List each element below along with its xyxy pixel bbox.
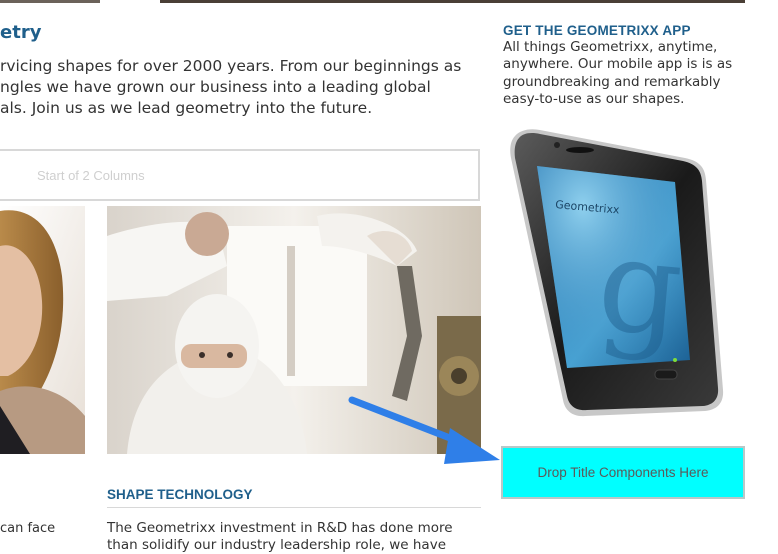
app-promo-text: All things Geometrixx, anytime, anywhere… xyxy=(503,39,733,107)
top-banner-strip xyxy=(160,0,745,3)
smartphone-image: Geometrixx g xyxy=(505,128,730,423)
intro-paragraph: rvicing shapes for over 2000 years. From… xyxy=(0,57,462,117)
left-column-caption: can face xyxy=(0,521,56,536)
pointer-arrow xyxy=(348,396,500,464)
drop-title-components-zone[interactable]: Drop Title Components Here xyxy=(501,446,745,499)
app-promo-heading: GET THE GEOMETRIXX APP xyxy=(503,23,691,38)
column-control-placeholder[interactable]: Start of 2 Columns xyxy=(0,149,480,201)
section-body-text: The Geometrixx investment in R&D has don… xyxy=(107,520,453,553)
section-title: SHAPE TECHNOLOGY xyxy=(107,487,253,502)
svg-text:g: g xyxy=(592,207,688,366)
section-divider xyxy=(107,507,481,508)
column-placeholder-label: Start of 2 Columns xyxy=(37,168,145,183)
top-banner-strip xyxy=(0,0,100,3)
page-heading: etry xyxy=(0,22,42,43)
person-photo xyxy=(0,206,85,454)
drop-zone-label: Drop Title Components Here xyxy=(537,465,709,480)
